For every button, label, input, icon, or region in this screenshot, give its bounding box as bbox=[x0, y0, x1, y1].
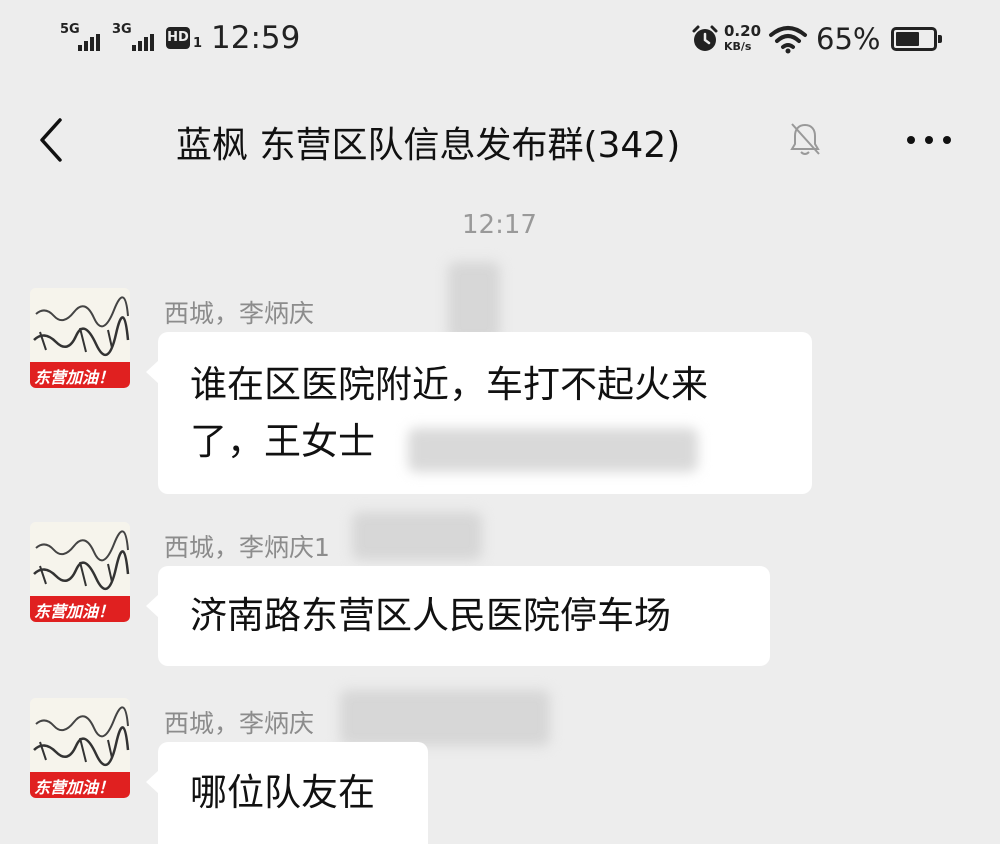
redaction-blur bbox=[448, 262, 500, 342]
message-text: 哪位队友在 bbox=[190, 771, 375, 814]
redaction-blur bbox=[408, 428, 698, 472]
sender-name: 西城，李炳庆 bbox=[164, 709, 315, 738]
bell-muted-icon bbox=[790, 123, 820, 155]
chevron-left-icon[interactable] bbox=[36, 116, 66, 164]
message-bubble[interactable]: 谁在区医院附近，车打不起火来 了，王女士 bbox=[146, 332, 812, 494]
message-bubble[interactable]: 哪位队友在 bbox=[146, 742, 428, 844]
signal-5g-icon bbox=[78, 34, 100, 51]
sim-number: 1 bbox=[193, 36, 203, 51]
battery-fill bbox=[896, 32, 919, 46]
signal-3g-icon bbox=[132, 34, 154, 51]
avatar[interactable]: 东营加油！ bbox=[30, 698, 130, 798]
network-5g-label: 5G bbox=[60, 22, 80, 37]
message-text: 济南路东营区人民医院停车场 bbox=[190, 594, 671, 637]
hd-icon: HD bbox=[166, 27, 190, 49]
avatar-badge: 东营加油！ bbox=[34, 778, 115, 797]
sender-name: 西城，李炳庆 bbox=[164, 299, 315, 328]
avatar-badge: 东营加油！ bbox=[34, 602, 115, 621]
battery-percent: 65% bbox=[816, 22, 881, 56]
redaction-blur bbox=[352, 512, 482, 560]
net-speed-unit: KB/s bbox=[724, 40, 752, 53]
message-text-line1: 谁在区医院附近，车打不起火来 bbox=[190, 363, 708, 406]
net-speed-value: 0.20 bbox=[724, 22, 762, 40]
redaction-blur bbox=[340, 690, 550, 746]
wifi-icon bbox=[769, 26, 807, 54]
more-dots-icon[interactable] bbox=[904, 128, 954, 152]
status-time: 12:59 bbox=[211, 20, 301, 56]
battery-icon bbox=[891, 27, 942, 51]
chat-title: 蓝枫 东营区队信息发布群(342) bbox=[176, 125, 681, 166]
message-bubble[interactable]: 济南路东营区人民医院停车场 bbox=[146, 566, 770, 666]
sender-name: 西城，李炳庆1 bbox=[164, 533, 330, 562]
avatar-badge: 东营加油！ bbox=[34, 368, 115, 387]
avatar[interactable]: 东营加油！ bbox=[30, 522, 130, 622]
network-3g-label: 3G bbox=[112, 22, 132, 37]
avatar[interactable]: 东营加油！ bbox=[30, 288, 130, 388]
message-timestamp: 12:17 bbox=[462, 210, 537, 240]
alarm-clock-icon bbox=[692, 25, 718, 51]
